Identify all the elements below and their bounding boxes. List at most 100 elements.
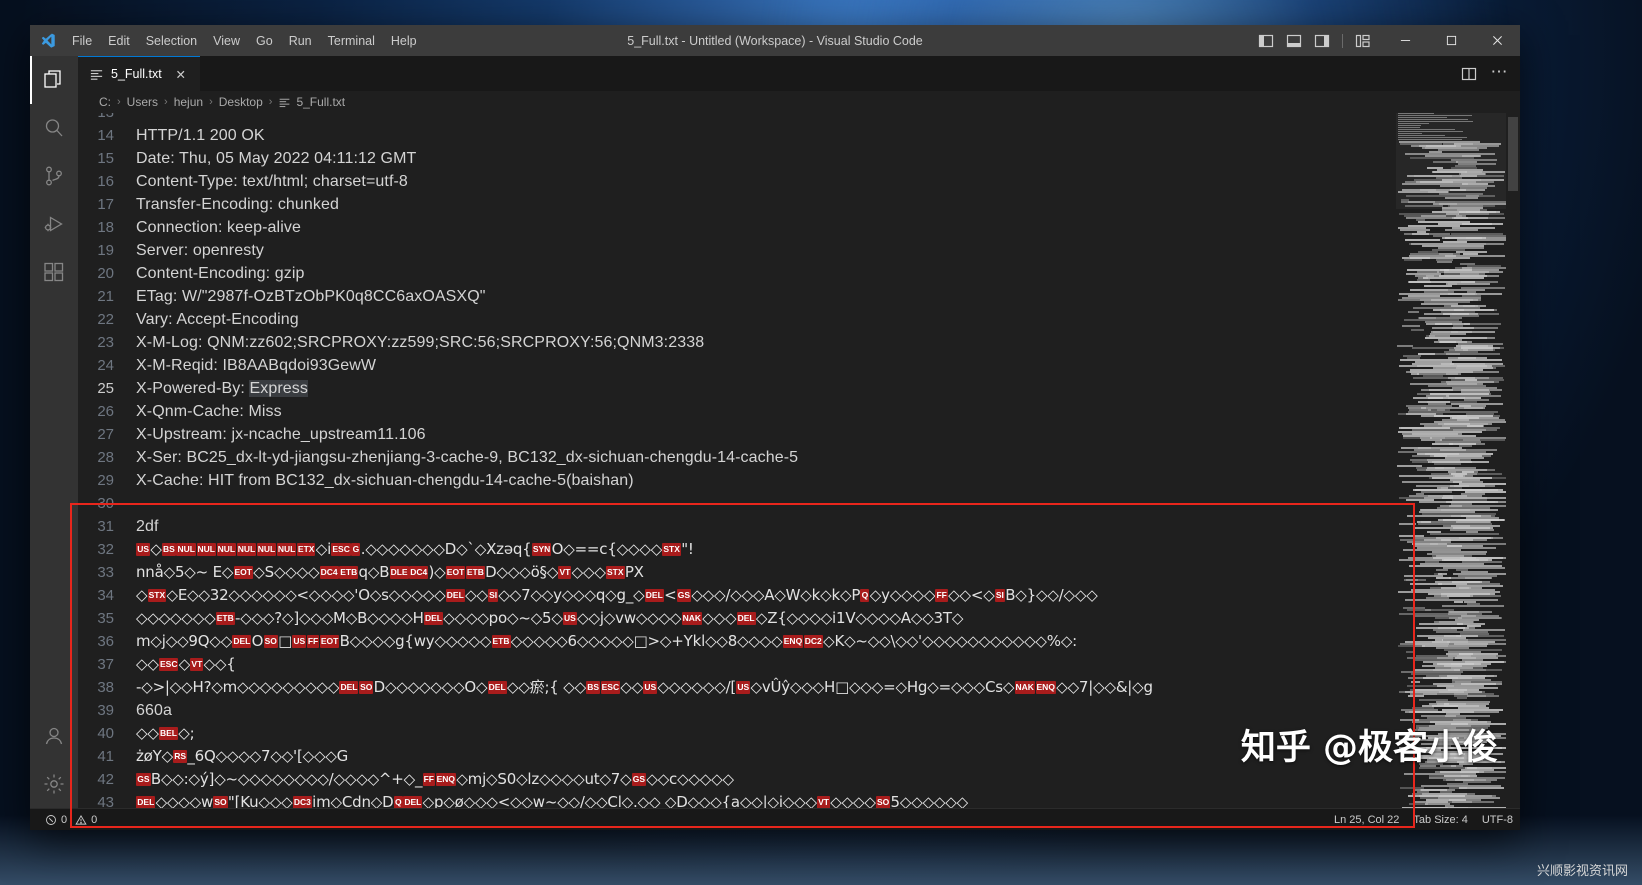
minimap-slider[interactable] bbox=[1396, 113, 1506, 209]
code-line[interactable]: 41 żøY◇RS_6Q◇◇◇◇7◇◇'[◇◇◇G bbox=[78, 745, 1396, 768]
status-cursor-position[interactable]: Ln 25, Col 22 bbox=[1327, 814, 1406, 826]
status-tab-size[interactable]: Tab Size: 4 bbox=[1406, 814, 1474, 826]
code-line[interactable]: 17 Transfer-Encoding: chunked bbox=[78, 193, 1396, 216]
menu-help[interactable]: Help bbox=[383, 30, 425, 52]
code-line[interactable]: 29 X-Cache: HIT from BC132_dx-sichuan-che… bbox=[78, 469, 1396, 492]
replacement-char: ◇ bbox=[830, 793, 842, 808]
code-line[interactable]: 26 X-Qnm-Cache: Miss bbox=[78, 400, 1396, 423]
menu-go[interactable]: Go bbox=[248, 30, 281, 52]
accounts-icon[interactable] bbox=[30, 712, 78, 760]
menu-selection[interactable]: Selection bbox=[138, 30, 205, 52]
code-line[interactable]: 15 Date: Thu, 05 May 2022 04:11:12 GMT bbox=[78, 147, 1396, 170]
replacement-char: ◇ bbox=[333, 770, 346, 788]
control-char-badge: ETX bbox=[296, 543, 316, 556]
toggle-panel-icon[interactable] bbox=[1281, 30, 1307, 52]
toggle-primary-sidebar-icon[interactable] bbox=[1253, 30, 1279, 52]
maximize-button[interactable] bbox=[1428, 25, 1474, 56]
literal-char: po bbox=[488, 609, 508, 627]
sidebar-item-extensions[interactable] bbox=[30, 248, 78, 296]
replacement-char: ◇ bbox=[844, 632, 856, 650]
literal-char: ø bbox=[454, 793, 464, 808]
sidebar-item-explorer[interactable] bbox=[30, 56, 78, 104]
menu-run[interactable]: Run bbox=[281, 30, 320, 52]
code-line[interactable]: 38 -◇>|◇◇H?◇m◇◇◇◇◇◇◇◇◇DEL SOD◇◇◇◇◇◇◇O◇DEL◇… bbox=[78, 676, 1396, 699]
code-line[interactable]: 43 DEL◇◇◇◇wSO"[Ku◇◇◇DC3im◇Cdn◇DQ DEL◇p◇ø◇◇… bbox=[78, 791, 1396, 808]
code-line[interactable]: 20 Content-Encoding: gzip bbox=[78, 262, 1396, 285]
replacement-char: ◇ bbox=[215, 747, 228, 765]
sidebar-item-source-control[interactable] bbox=[30, 152, 78, 200]
code-line[interactable]: 30 bbox=[78, 492, 1396, 515]
code-line[interactable]: 22 Vary: Accept-Encoding bbox=[78, 308, 1396, 331]
code-line[interactable]: 39 660a bbox=[78, 699, 1396, 722]
breadcrumb-desktop[interactable]: Desktop bbox=[217, 94, 265, 110]
code-line[interactable]: 27 X-Upstream: jx-ncache_upstream11.106 bbox=[78, 423, 1396, 446]
minimap[interactable] bbox=[1396, 113, 1506, 808]
manage-gear-icon[interactable] bbox=[30, 760, 78, 808]
code-line[interactable]: 18 Connection: keep-alive bbox=[78, 216, 1396, 239]
menu-terminal[interactable]: Terminal bbox=[320, 30, 383, 52]
code-line[interactable]: 14 HTTP/1.1 200 OK bbox=[78, 124, 1396, 147]
code-line[interactable]: 36 m◇j◇◇9Q◇◇DELOSO□US FF EOTB◇◇◇◇g{wy◇◇◇◇◇E… bbox=[78, 630, 1396, 653]
code-line[interactable]: 21 ETag: W/"2987f-OzBTzObPK0q8CC6axOASXQ" bbox=[78, 285, 1396, 308]
code-line[interactable]: 19 Server: openresty bbox=[78, 239, 1396, 262]
replacement-char: ◇ bbox=[948, 586, 960, 604]
code-line[interactable]: 31 2df bbox=[78, 515, 1396, 538]
tab-5-full-txt[interactable]: 5_Full.txt ✕ bbox=[78, 56, 200, 91]
literal-char: } bbox=[1026, 586, 1037, 604]
vertical-scrollbar[interactable] bbox=[1506, 113, 1520, 808]
breadcrumb-users[interactable]: Users bbox=[125, 94, 160, 110]
breadcrumb-file[interactable]: 5_Full.txt bbox=[276, 94, 347, 110]
split-editor-icon[interactable] bbox=[1456, 61, 1482, 87]
replacement-char: ◇ bbox=[281, 747, 294, 765]
replacement-char: ◇ bbox=[310, 609, 322, 627]
replacement-char: ◇ bbox=[1015, 586, 1027, 604]
code-line[interactable]: 37 ◇◇ESC◇VT◇◇{ bbox=[78, 653, 1396, 676]
code-line-text: X-Upstream: jx-ncache_upstream11.106 bbox=[136, 426, 426, 443]
code-line[interactable]: 25 X-Powered-By: Express bbox=[78, 377, 1396, 400]
replacement-char: ◇ bbox=[519, 563, 531, 581]
breadcrumb-separator: › bbox=[268, 96, 273, 108]
status-problems[interactable]: 0 0 bbox=[38, 809, 104, 830]
literal-char: D bbox=[485, 563, 497, 581]
code-line[interactable]: 23 X-M-Log: QNM:zz602;SRCPROXY:zz599;SRC:… bbox=[78, 331, 1396, 354]
code-line[interactable]: 24 X-M-Reqid: IB8AABqdoi93GewW bbox=[78, 354, 1396, 377]
code-line[interactable]: 28 X-Ser: BC25_dx-lt-yd-jiangsu-zhenjiang… bbox=[78, 446, 1396, 469]
control-char-badge: STX bbox=[662, 543, 681, 556]
scrollbar-thumb[interactable] bbox=[1508, 117, 1518, 191]
code-line[interactable]: 42 GSB◇◇:◇ý]◇~◇◇◇◇◇◇◇◇/◇◇◇◇^+◇_FF ENQ◇mj◇S… bbox=[78, 768, 1396, 791]
literal-char: _ bbox=[415, 770, 423, 788]
code-line[interactable]: 32 US◇BS NUL NUL NUL NUL NUL NUL ETX◇iESC G.◇◇◇◇◇… bbox=[78, 538, 1396, 561]
literal-char: S0 bbox=[497, 770, 517, 788]
breadcrumb-hejun[interactable]: hejun bbox=[172, 94, 205, 110]
replacement-char: ◇ bbox=[1035, 586, 1048, 604]
toggle-secondary-sidebar-icon[interactable] bbox=[1309, 30, 1335, 52]
literal-char: g{wy bbox=[395, 632, 435, 650]
code-line[interactable]: 16 Content-Type: text/html; charset=utf-8 bbox=[78, 170, 1396, 193]
code-viewport[interactable]: 13 14 HTTP/1.1 200 OK 15 Date: Thu, 05 May 2… bbox=[78, 113, 1396, 808]
editor-more-actions-icon[interactable]: ⋯ bbox=[1486, 61, 1512, 87]
breadcrumb-drive[interactable]: C: bbox=[97, 94, 113, 110]
replacement-char: ◇ bbox=[933, 632, 945, 650]
sidebar-item-search[interactable] bbox=[30, 104, 78, 152]
literal-char: < bbox=[296, 586, 310, 604]
customize-layout-icon[interactable] bbox=[1350, 30, 1376, 52]
menu-edit[interactable]: Edit bbox=[100, 30, 138, 52]
code-line[interactable]: 34 ◇STX◇E◇◇32◇◇◇◇◇◇<◇◇◇◇'O◇s◇◇◇◇◇DEL◇◇SI◇… bbox=[78, 584, 1396, 607]
control-char-badge: Q bbox=[860, 589, 870, 602]
literal-char: m bbox=[222, 678, 238, 696]
replacement-char: ◇ bbox=[906, 632, 919, 650]
menu-file[interactable]: File bbox=[64, 30, 100, 52]
tab-close-icon[interactable]: ✕ bbox=[172, 65, 190, 83]
sidebar-item-run-debug[interactable] bbox=[30, 200, 78, 248]
minimize-button[interactable] bbox=[1382, 25, 1428, 56]
menu-view[interactable]: View bbox=[205, 30, 248, 52]
code-line[interactable]: 35 ◇◇◇◇◇◇◇ETB-◇◇◇?◇]◇◇◇M◇B◇◇◇◇HDEL◇◇◇◇po◇… bbox=[78, 607, 1396, 630]
code-line[interactable]: 13 bbox=[78, 113, 1396, 124]
close-button[interactable] bbox=[1474, 25, 1520, 56]
menu-view-label: View bbox=[213, 33, 241, 48]
code-line[interactable]: 40 ◇◇BEL◇; bbox=[78, 722, 1396, 745]
line-number: 13 bbox=[78, 113, 136, 124]
code-line[interactable]: 33 nnå◇5◇~ E◇EOT◇S◇◇◇◇DC4 ETBq◇BDLE DC4)◇EO… bbox=[78, 561, 1396, 584]
status-encoding[interactable]: UTF-8 bbox=[1475, 814, 1520, 826]
replacement-char: ◇ bbox=[253, 563, 265, 581]
